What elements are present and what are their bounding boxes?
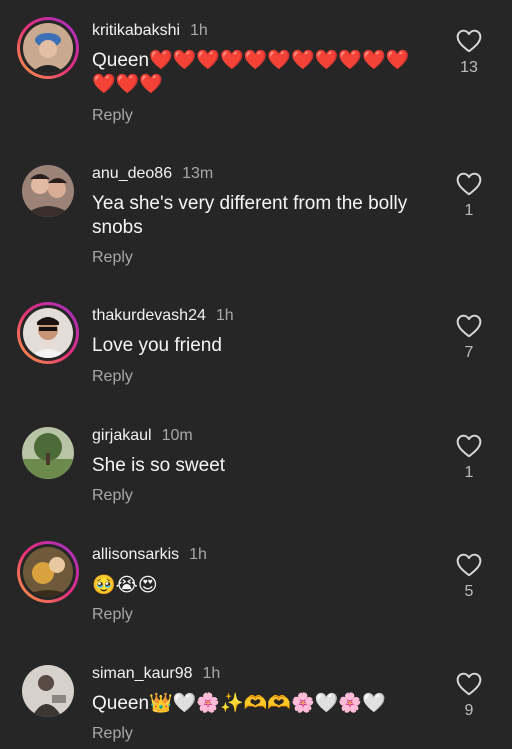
like-count: 13 bbox=[460, 59, 478, 76]
avatar[interactable] bbox=[23, 547, 73, 597]
comments-list: kritikabakshi 1h Queen❤️❤️❤️❤️❤️❤️❤️❤️❤️❤… bbox=[0, 0, 512, 749]
avatar-wrap[interactable] bbox=[17, 660, 79, 722]
avatar-wrap[interactable] bbox=[17, 160, 79, 222]
timestamp: 10m bbox=[161, 427, 193, 444]
timestamp: 13m bbox=[182, 165, 214, 182]
comment-text: Queen❤️❤️❤️❤️❤️❤️❤️❤️❤️❤️❤️❤️❤️❤️ bbox=[92, 50, 410, 95]
username[interactable]: allisonsarkis bbox=[92, 546, 179, 563]
username[interactable]: anu_deo86 bbox=[92, 165, 172, 182]
comment-text: Yea she's very different from the bolly … bbox=[92, 193, 408, 238]
reply-button[interactable]: Reply bbox=[92, 368, 133, 386]
like-count: 5 bbox=[464, 583, 474, 600]
avatar-wrap[interactable] bbox=[17, 422, 79, 484]
comment-text: Love you friend bbox=[92, 335, 222, 356]
avatar[interactable] bbox=[22, 665, 74, 717]
username[interactable]: kritikabakshi bbox=[92, 22, 180, 39]
avatar[interactable] bbox=[23, 23, 73, 73]
like-count: 1 bbox=[464, 464, 474, 481]
comment-text: 🥹😭😍 bbox=[92, 574, 158, 596]
avatar[interactable] bbox=[22, 427, 74, 479]
username[interactable]: girjakaul bbox=[92, 427, 152, 444]
avatar[interactable] bbox=[22, 165, 74, 217]
username[interactable]: siman_kaur98 bbox=[92, 665, 193, 682]
avatar-story-ring[interactable] bbox=[17, 302, 79, 364]
username[interactable]: thakurdevash24 bbox=[92, 307, 206, 324]
timestamp: 1h bbox=[190, 22, 208, 39]
avatar-story-ring[interactable] bbox=[17, 541, 79, 603]
comment-text: She is so sweet bbox=[92, 455, 226, 476]
comment-text: Queen👑🤍🌸✨🫶🫶🌸🤍🌸🤍 bbox=[92, 693, 386, 714]
heart-icon[interactable] bbox=[456, 434, 482, 458]
reply-button[interactable]: Reply bbox=[92, 725, 133, 743]
like-count: 7 bbox=[464, 344, 474, 361]
heart-icon[interactable] bbox=[456, 672, 482, 696]
avatar-story-ring[interactable] bbox=[17, 17, 79, 79]
reply-button[interactable]: Reply bbox=[92, 107, 133, 125]
like-count: 9 bbox=[464, 702, 474, 719]
timestamp: 1h bbox=[215, 307, 234, 324]
timestamp: 1h bbox=[202, 665, 221, 682]
reply-button[interactable]: Reply bbox=[92, 606, 133, 624]
heart-icon[interactable] bbox=[456, 29, 482, 53]
like-count: 1 bbox=[464, 202, 474, 219]
heart-icon[interactable] bbox=[456, 553, 482, 577]
heart-icon[interactable] bbox=[456, 314, 482, 338]
reply-button[interactable]: Reply bbox=[92, 249, 133, 267]
reply-button[interactable]: Reply bbox=[92, 487, 133, 505]
timestamp: 1h bbox=[189, 546, 207, 563]
avatar[interactable] bbox=[23, 308, 73, 358]
heart-icon[interactable] bbox=[456, 172, 482, 196]
